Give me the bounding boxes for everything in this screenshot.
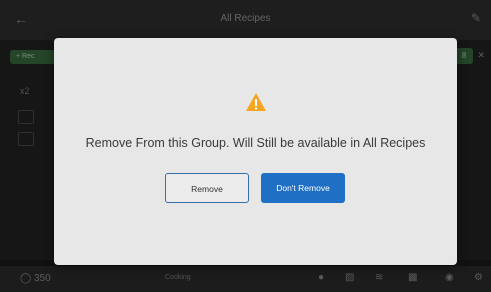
confirm-remove-dialog: Remove From this Group. Will Still be av… (54, 38, 457, 265)
warning-icon (246, 93, 266, 111)
dialog-message: Remove From this Group. Will Still be av… (85, 136, 426, 150)
remove-button[interactable]: Remove (165, 173, 249, 203)
dont-remove-button[interactable]: Don't Remove (261, 173, 345, 203)
